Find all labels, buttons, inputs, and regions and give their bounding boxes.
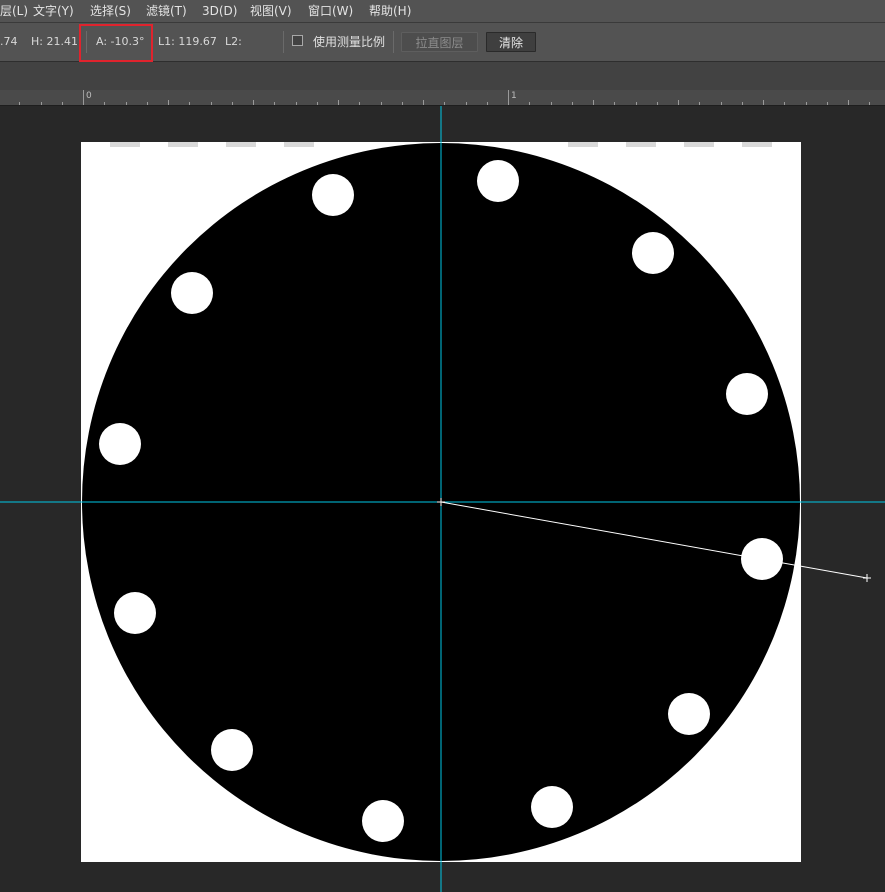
document-canvas-area[interactable] [0,106,885,892]
document-canvas[interactable] [81,142,801,862]
menu-filter[interactable]: 滤镜(T) [146,2,187,20]
ruler-label-zero: 0 [86,91,92,101]
menu-bar: 层(L) 文字(Y) 选择(S) 滤镜(T) 3D(D) 视图(V) 窗口(W)… [0,0,885,23]
ruler-ticks [19,90,870,105]
bolt-hole [362,800,404,842]
bolt-hole [741,538,783,580]
bolt-hole [477,160,519,202]
bolt-hole [171,272,213,314]
top-edge-dashes [110,142,772,147]
menu-select[interactable]: 选择(S) [90,2,131,20]
measure-start-handle[interactable] [437,498,445,506]
measure-end-handle[interactable] [863,574,871,582]
menu-help[interactable]: 帮助(H) [369,2,411,20]
bolt-hole [726,373,768,415]
menu-3d[interactable]: 3D(D) [202,2,237,20]
bolt-holes [99,160,783,842]
menu-type[interactable]: 文字(Y) [33,2,74,20]
measure-line[interactable] [440,501,868,579]
ruler-options-bar: .74 H: 21.41 A: -10.3° L1: 119.67 L2: 使用… [0,23,885,62]
document-tab-strip [0,62,885,91]
bolt-hole [312,174,354,216]
angle-highlight-box [79,24,153,62]
bolt-hole [211,729,253,771]
straighten-layer-button[interactable]: 拉直图层 [401,32,478,52]
length1-readout: L1: 119.67 [158,35,217,48]
horizontal-ruler[interactable]: 0 1 [0,90,885,106]
bolt-hole [632,232,674,274]
height-readout: H: 21.41 [31,35,78,48]
canvas-svg [0,106,885,892]
clear-button[interactable]: 清除 [486,32,536,52]
bolt-hole [531,786,573,828]
length2-readout: L2: [225,35,242,48]
bolt-hole [668,693,710,735]
menu-window[interactable]: 窗口(W) [308,2,353,20]
use-measurement-scale-checkbox[interactable] [292,35,303,46]
menu-layer[interactable]: 层(L) [0,2,28,20]
black-disc [82,143,800,861]
bolt-hole [99,423,141,465]
separator [283,31,284,53]
separator [393,31,394,53]
ruler-label-one: 1 [511,91,517,101]
bolt-hole [114,592,156,634]
width-readout: .74 [0,35,18,48]
use-measurement-scale-label: 使用测量比例 [313,35,386,49]
menu-view[interactable]: 视图(V) [250,2,292,20]
